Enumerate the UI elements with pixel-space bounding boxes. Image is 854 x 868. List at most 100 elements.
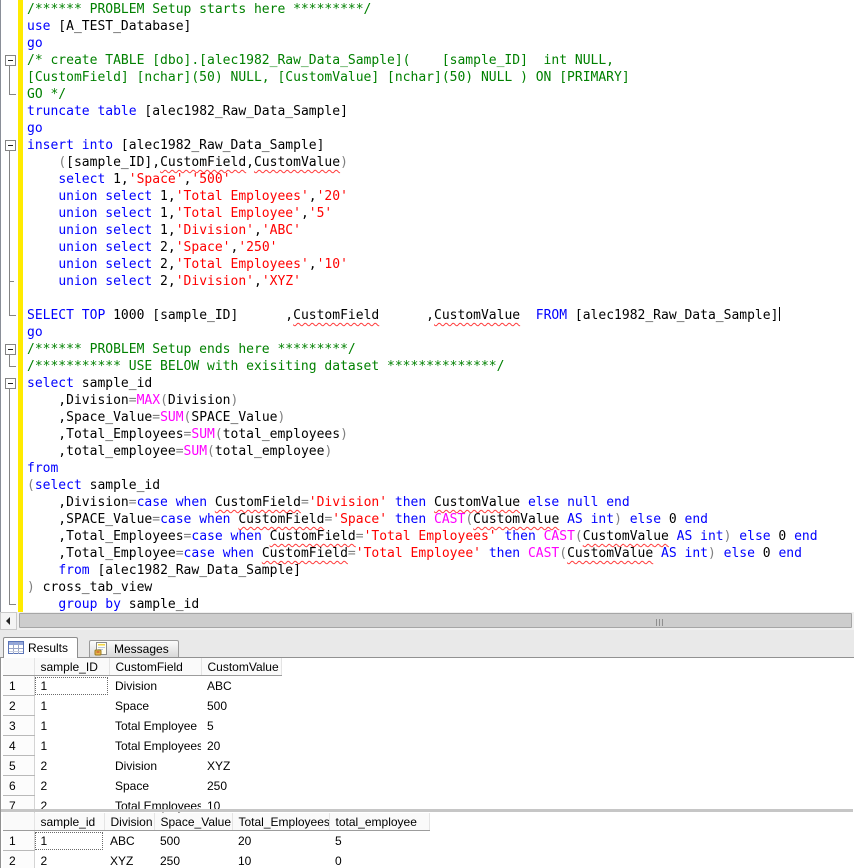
code-line[interactable]: ) cross_tab_view xyxy=(27,579,152,596)
code-segment: , xyxy=(254,223,262,238)
row-number[interactable]: 1 xyxy=(3,675,35,696)
cell[interactable]: 500 xyxy=(201,695,281,716)
cell[interactable]: 250 xyxy=(201,775,281,796)
cell[interactable]: ABC xyxy=(201,675,281,696)
corner-header[interactable] xyxy=(3,813,35,831)
code-segment: ( xyxy=(207,444,215,459)
code-line[interactable]: union select 1,'Total Employee','5' xyxy=(27,205,332,222)
cell[interactable]: Space xyxy=(109,695,201,716)
code-line[interactable]: select 1,'Space','500' xyxy=(27,171,230,188)
grid-splitter[interactable] xyxy=(1,809,853,812)
column-header[interactable]: sample_ID xyxy=(34,658,110,676)
cell[interactable]: 250 xyxy=(154,850,232,868)
code-line[interactable]: GO */ xyxy=(27,86,66,103)
code-line[interactable]: go xyxy=(27,35,43,52)
editor-results-splitter[interactable] xyxy=(0,630,854,637)
cell[interactable]: Total Employee xyxy=(109,715,201,736)
row-number[interactable]: 5 xyxy=(3,755,35,776)
code-line[interactable]: ,Division=case when CustomField='Divisio… xyxy=(27,494,629,511)
code-line[interactable]: from [alec1982_Raw_Data_Sample] xyxy=(27,562,301,579)
code-segment: 'Space' xyxy=(128,172,184,187)
cell[interactable]: Division xyxy=(109,675,201,696)
summary-table[interactable]: sample_id Division Space_Value Total_Employ… xyxy=(3,813,430,868)
code-line[interactable]: truncate table [alec1982_Raw_Data_Sample… xyxy=(27,103,348,120)
cell[interactable]: 1 xyxy=(34,830,104,851)
row-number[interactable]: 3 xyxy=(3,715,35,736)
column-header[interactable]: Division xyxy=(104,813,155,831)
cell[interactable]: Total Employees xyxy=(109,735,201,756)
cell[interactable]: 0 xyxy=(329,850,429,868)
code-line[interactable]: union select 2,'Division','XYZ' xyxy=(27,273,301,290)
cell[interactable]: 2 xyxy=(34,850,104,868)
code-line[interactable]: union select 1,'Total Employees','20' xyxy=(27,188,348,205)
results-table[interactable]: sample_ID CustomField CustomValue 1 1 Divisio… xyxy=(3,658,282,816)
column-header[interactable]: sample_id xyxy=(34,813,105,831)
cell[interactable]: 2 xyxy=(34,775,109,796)
code-line[interactable]: union select 2,'Space','250' xyxy=(27,239,277,256)
code-segment: ) xyxy=(27,580,35,595)
cell[interactable]: XYZ xyxy=(201,755,281,776)
cell[interactable]: Division xyxy=(109,755,201,776)
code-line[interactable]: ([sample_ID],CustomField,CustomValue) xyxy=(27,154,348,171)
column-header[interactable]: total_employee xyxy=(329,813,430,831)
cell[interactable]: 2 xyxy=(34,755,109,776)
code-line[interactable]: /****** PROBLEM Setup ends here ********… xyxy=(27,341,356,358)
row-number[interactable]: 4 xyxy=(3,735,35,756)
cell[interactable]: 1 xyxy=(34,735,109,756)
horizontal-scrollbar[interactable] xyxy=(0,612,854,630)
cell[interactable]: 1 xyxy=(34,675,109,696)
row-number[interactable]: 2 xyxy=(3,695,35,716)
cell[interactable]: 5 xyxy=(329,830,429,851)
cell[interactable]: ABC xyxy=(104,830,154,851)
cell[interactable]: 500 xyxy=(154,830,232,851)
cell[interactable]: XYZ xyxy=(104,850,154,868)
code-line[interactable]: (select sample_id xyxy=(27,477,160,494)
tab-messages[interactable]: Messages xyxy=(89,640,179,658)
row-number[interactable]: 2 xyxy=(3,850,35,868)
cell[interactable]: 5 xyxy=(201,715,281,736)
code-segment: = xyxy=(175,444,184,459)
code-line[interactable]: from xyxy=(27,460,58,477)
column-header[interactable]: CustomValue xyxy=(201,658,282,676)
code-line[interactable]: /* create TABLE [dbo].[alec1982_Raw_Data… xyxy=(27,52,614,69)
left-arrow-icon[interactable] xyxy=(0,612,17,630)
code-segment: union select xyxy=(58,206,153,221)
corner-header[interactable] xyxy=(3,658,35,676)
code-line[interactable]: use [A_TEST_Database] xyxy=(27,18,191,35)
tab-results[interactable]: Results xyxy=(3,637,79,658)
cell[interactable]: 10 xyxy=(232,850,329,868)
code-line[interactable]: union select 2,'Total Employees','10' xyxy=(27,256,348,273)
column-header[interactable]: CustomField xyxy=(109,658,202,676)
code-line[interactable]: ,Space_Value=SUM(SPACE_Value) xyxy=(27,409,285,426)
code-line[interactable]: SELECT TOP 1000 [sample_ID] ,CustomField… xyxy=(27,307,781,324)
code-line[interactable]: ,Division=MAX(Division) xyxy=(27,392,238,409)
code-line[interactable]: ,total_employee=SUM(total_employee) xyxy=(27,443,332,460)
cell[interactable]: 20 xyxy=(201,735,281,756)
row-number[interactable]: 6 xyxy=(3,775,35,796)
scrollbar-thumb[interactable] xyxy=(19,613,852,628)
code-line[interactable]: group by sample_id xyxy=(27,596,199,613)
code-line[interactable]: /*********** USE BELOW with exisiting da… xyxy=(27,358,504,375)
column-header[interactable]: Space_Value xyxy=(154,813,233,831)
code-line[interactable]: ,Total_Employees=SUM(total_employees) xyxy=(27,426,348,443)
code-line[interactable]: /****** PROBLEM Setup starts here ******… xyxy=(27,1,371,18)
code-line[interactable]: union select 1,'Division','ABC' xyxy=(27,222,301,239)
column-header[interactable]: Total_Employees xyxy=(232,813,330,831)
code-lines[interactable]: /****** PROBLEM Setup starts here ******… xyxy=(1,0,854,612)
cell[interactable]: 1 xyxy=(34,695,109,716)
code-line[interactable]: select sample_id xyxy=(27,375,152,392)
cell[interactable]: 1 xyxy=(34,715,109,736)
code-line[interactable]: insert into [alec1982_Raw_Data_Sample] xyxy=(27,137,324,154)
code-line[interactable]: ,Total_Employee=case when CustomField='T… xyxy=(27,545,802,562)
code-line[interactable]: go xyxy=(27,324,43,341)
code-line[interactable]: ,Total_Employees=case when CustomField='… xyxy=(27,528,817,545)
sql-editor-pane[interactable]: /****** PROBLEM Setup starts here ******… xyxy=(0,0,854,612)
cell[interactable]: Space xyxy=(109,775,201,796)
cell[interactable]: 20 xyxy=(232,830,329,851)
code-line[interactable]: ,SPACE_Value=case when CustomField='Spac… xyxy=(27,511,708,528)
code-line[interactable]: [CustomField] [nchar](50) NULL, [CustomV… xyxy=(27,69,630,86)
code-line[interactable]: go xyxy=(27,120,43,137)
row-number[interactable]: 1 xyxy=(3,830,35,851)
